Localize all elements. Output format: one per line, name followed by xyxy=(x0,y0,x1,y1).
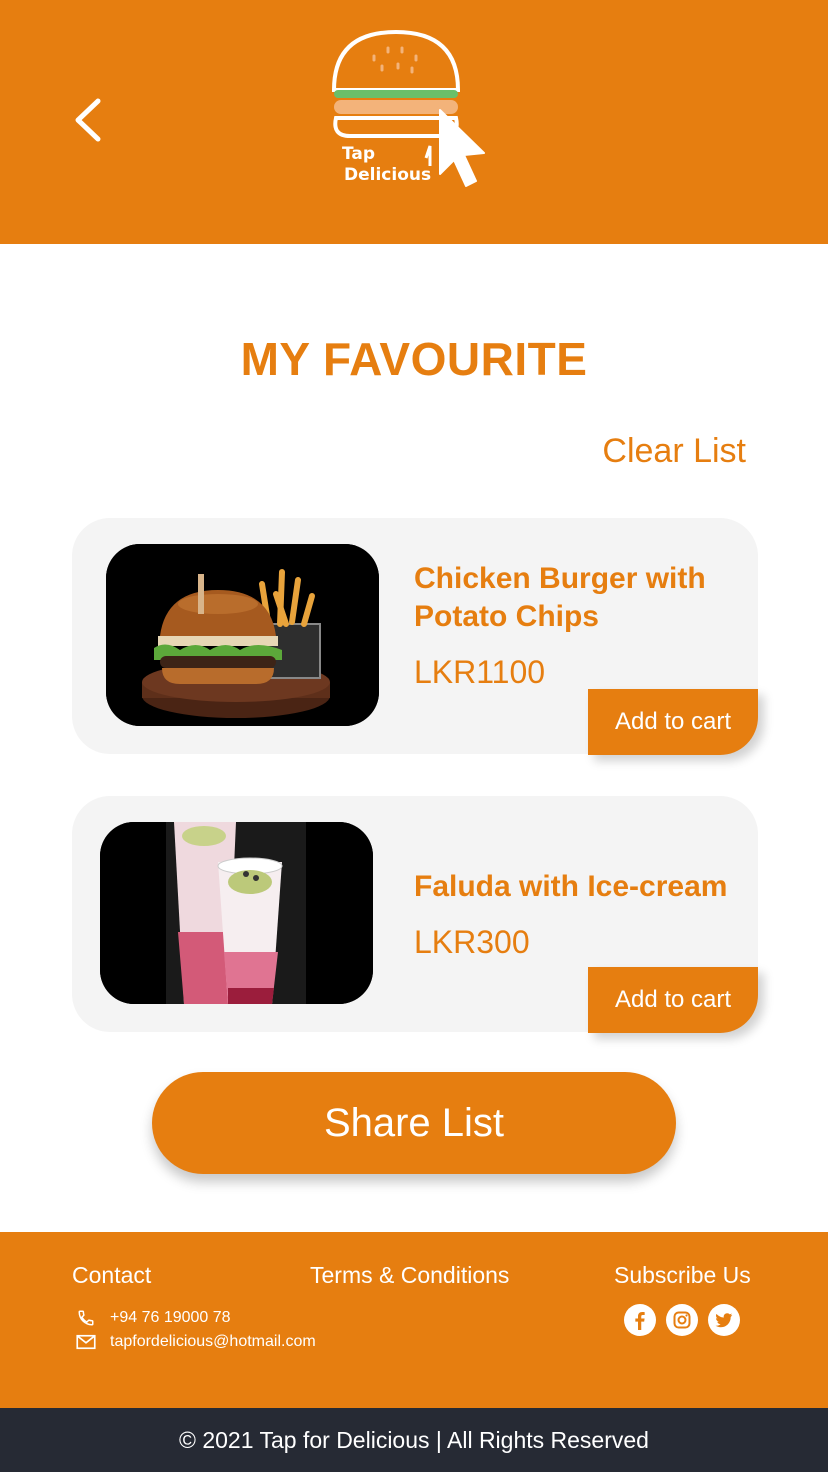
clear-list-link[interactable]: Clear List xyxy=(602,432,746,471)
item-name: Faluda with Ice-cream xyxy=(414,870,728,903)
app-header: Tap Delicious xyxy=(0,0,828,244)
copyright-bar: © 2021 Tap for Delicious | All Rights Re… xyxy=(0,1408,828,1472)
chevron-left-icon xyxy=(75,98,101,142)
contact-phone[interactable]: +94 76 19000 78 xyxy=(76,1308,231,1328)
logo-text-line2: Delicious xyxy=(344,165,432,185)
page-title: MY FAVOURITE xyxy=(240,333,588,385)
phone-number: +94 76 19000 78 xyxy=(110,1309,231,1326)
email-address: tapfordelicious@hotmail.com xyxy=(110,1333,316,1350)
facebook-icon[interactable] xyxy=(624,1304,656,1336)
share-list-button[interactable]: Share List xyxy=(152,1072,676,1174)
back-button[interactable] xyxy=(62,92,112,148)
terms-link[interactable]: Terms & Conditions xyxy=(310,1262,509,1289)
twitter-icon[interactable] xyxy=(708,1304,740,1336)
item-price: LKR1100 xyxy=(414,654,546,690)
favourites-page: Tap Delicious MY FAVOURITE Clear List Ch… xyxy=(0,0,828,1472)
item-name: Chicken Burger with Potato Chips xyxy=(414,562,706,633)
logo-text-line1: Tap xyxy=(342,144,376,164)
add-to-cart-button[interactable]: Add to cart xyxy=(588,967,758,1033)
social-links xyxy=(624,1304,740,1336)
add-to-cart-button[interactable]: Add to cart xyxy=(588,689,758,755)
burger-fries-photo xyxy=(106,544,379,726)
contact-email[interactable]: tapfordelicious@hotmail.com xyxy=(76,1332,316,1352)
contact-heading: Contact xyxy=(72,1262,152,1288)
app-logo: Tap Delicious xyxy=(326,26,506,208)
phone-icon xyxy=(76,1308,96,1328)
subscribe-heading: Subscribe Us xyxy=(614,1262,751,1288)
instagram-icon[interactable] xyxy=(666,1304,698,1336)
favourite-item-card: Faluda with Ice-cream LKR300 Add to cart xyxy=(72,796,758,1033)
favourite-item-card: Chicken Burger with Potato Chips LKR1100… xyxy=(72,518,758,755)
faluda-glasses-photo xyxy=(100,822,373,1004)
mail-icon xyxy=(76,1332,96,1352)
item-price: LKR300 xyxy=(414,924,530,960)
footer: Contact Terms & Conditions Subscribe Us … xyxy=(0,1232,828,1408)
